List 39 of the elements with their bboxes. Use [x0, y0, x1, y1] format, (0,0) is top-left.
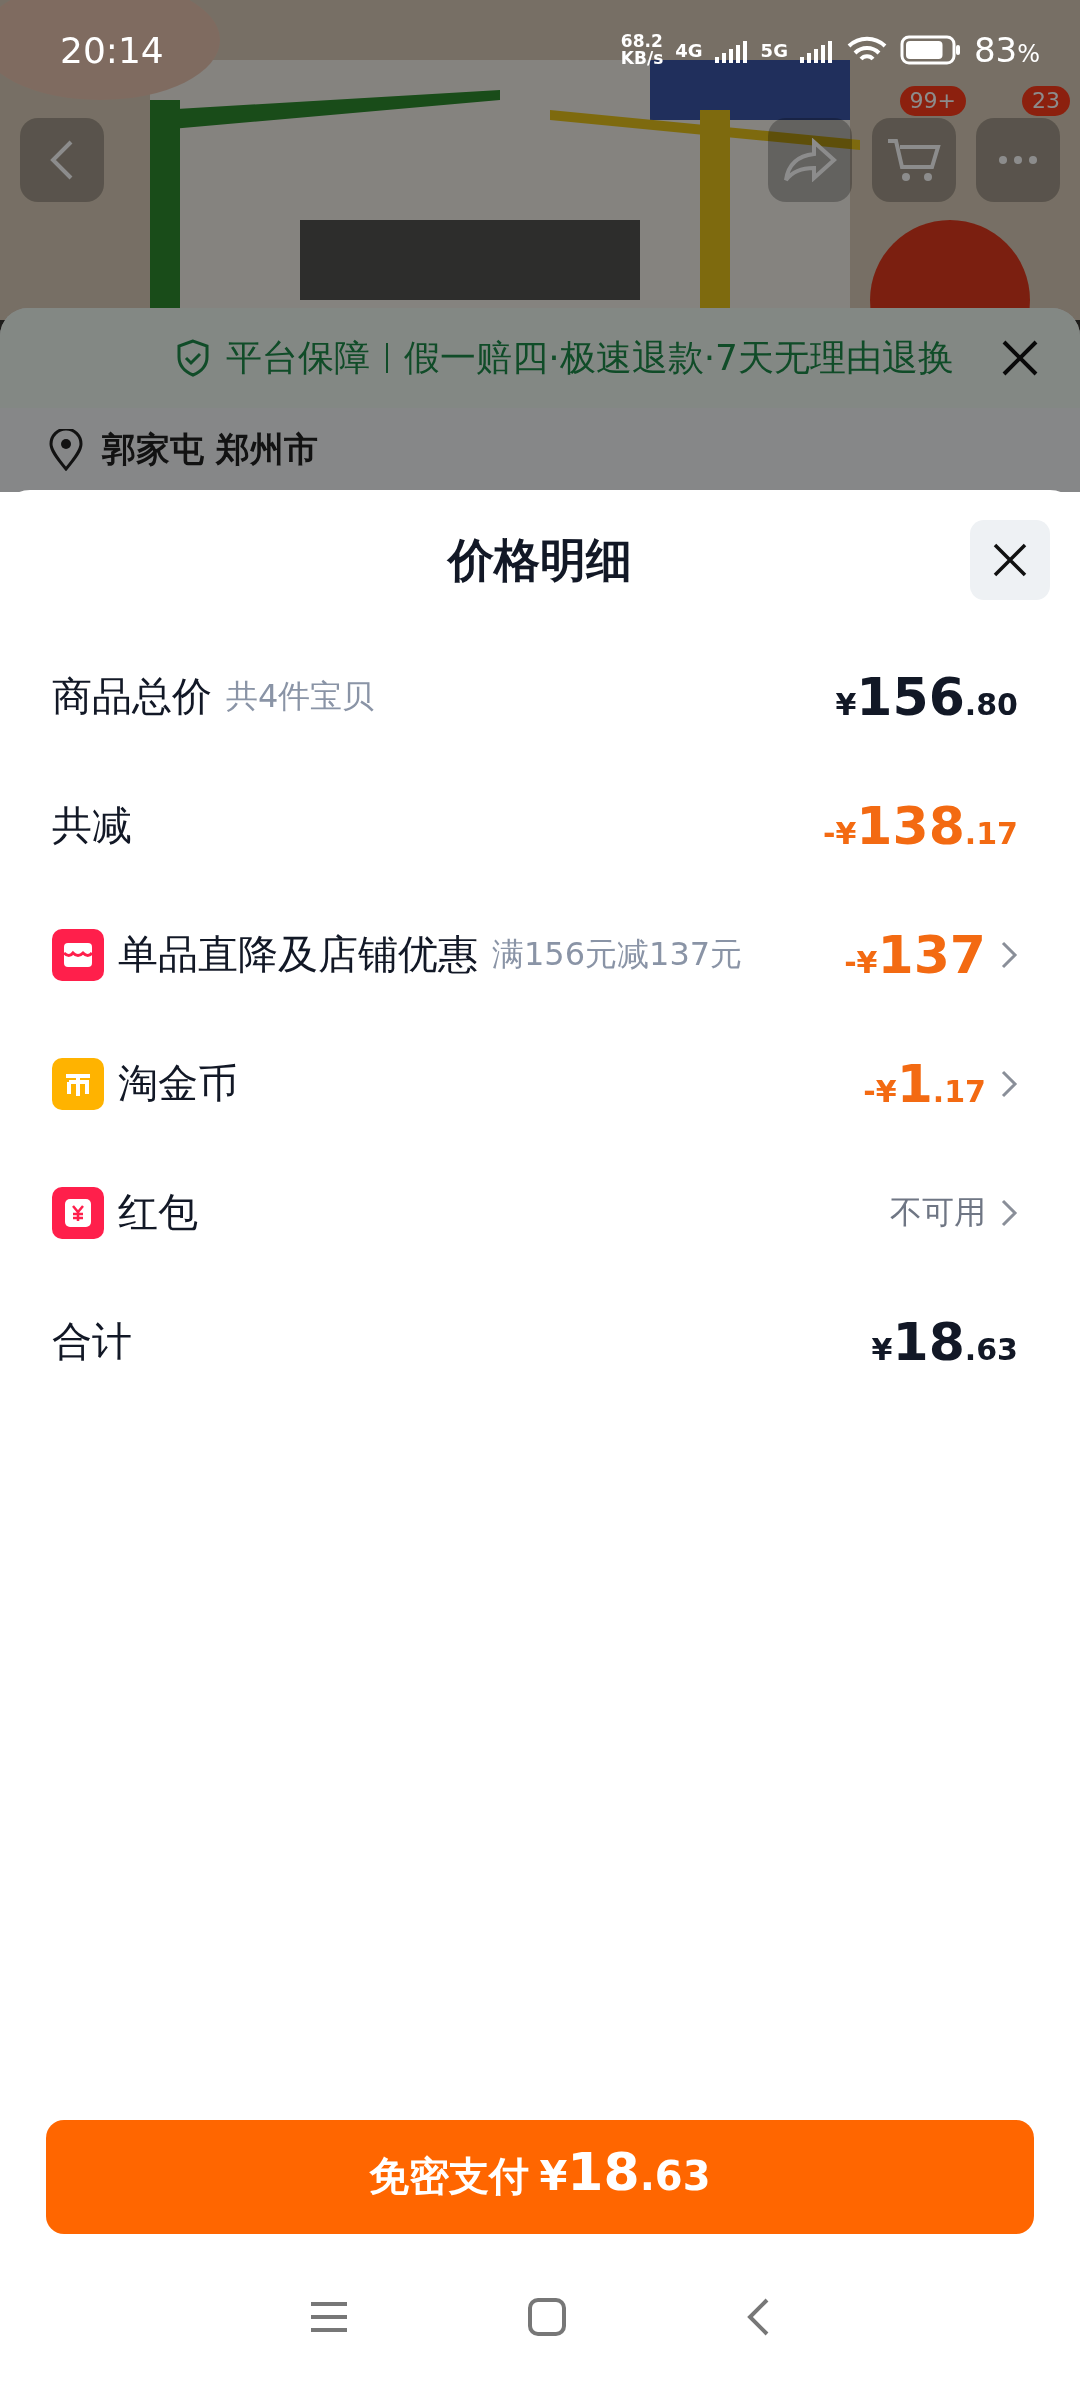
status-text: 不可用 [890, 1191, 986, 1233]
location-pin-icon [48, 429, 84, 471]
row-note: 满156元减137元 [492, 933, 743, 975]
more-dots-icon [998, 155, 1038, 165]
row-note: 共4件宝贝 [226, 675, 375, 717]
shield-check-icon [176, 339, 211, 377]
price-value: -¥1.17 [863, 1053, 986, 1114]
back-icon[interactable] [745, 2297, 771, 2337]
row-label: 商品总价 [52, 672, 212, 721]
guarantee-title: 平台保障 [226, 335, 371, 380]
close-icon [992, 542, 1028, 578]
message-badge: 23 [1022, 86, 1070, 116]
row-label: 共减 [52, 801, 132, 850]
price-value: ¥156.80 [835, 666, 1018, 727]
share-icon [782, 138, 838, 182]
sheet-title: 价格明细 [448, 532, 632, 589]
shop-icon [52, 928, 104, 981]
price-value: -¥137 [844, 924, 986, 985]
coin-icon [52, 1057, 104, 1110]
price-value: ¥18.63 [871, 1311, 1018, 1372]
close-button[interactable] [970, 520, 1050, 600]
row-label: 红包 [118, 1188, 198, 1237]
close-icon[interactable] [1000, 338, 1040, 378]
pay-button[interactable]: 免密支付 ¥18.63 [46, 2120, 1034, 2234]
status-time: 20:14 [60, 29, 165, 71]
menu-icon[interactable] [309, 2301, 349, 2333]
sim-type: 5G [760, 41, 788, 59]
battery-level: 83% [973, 30, 1040, 70]
address-text: 郭家屯 郑州市 [102, 428, 319, 471]
row-label: 合计 [52, 1317, 132, 1366]
price-value: -¥138.17 [822, 795, 1018, 856]
sim-type: 4G [675, 41, 703, 59]
battery-icon [899, 35, 962, 65]
network-speed: 68.2 KB/s [620, 33, 664, 67]
guarantee-text: 假一赔四·极速退款·7天无理由退换 [404, 335, 954, 380]
row-label: 淘金币 [118, 1059, 238, 1108]
home-icon[interactable] [527, 2297, 567, 2337]
row-label: 单品直降及店铺优惠 [118, 930, 478, 979]
money-envelope-icon [52, 1186, 104, 1239]
